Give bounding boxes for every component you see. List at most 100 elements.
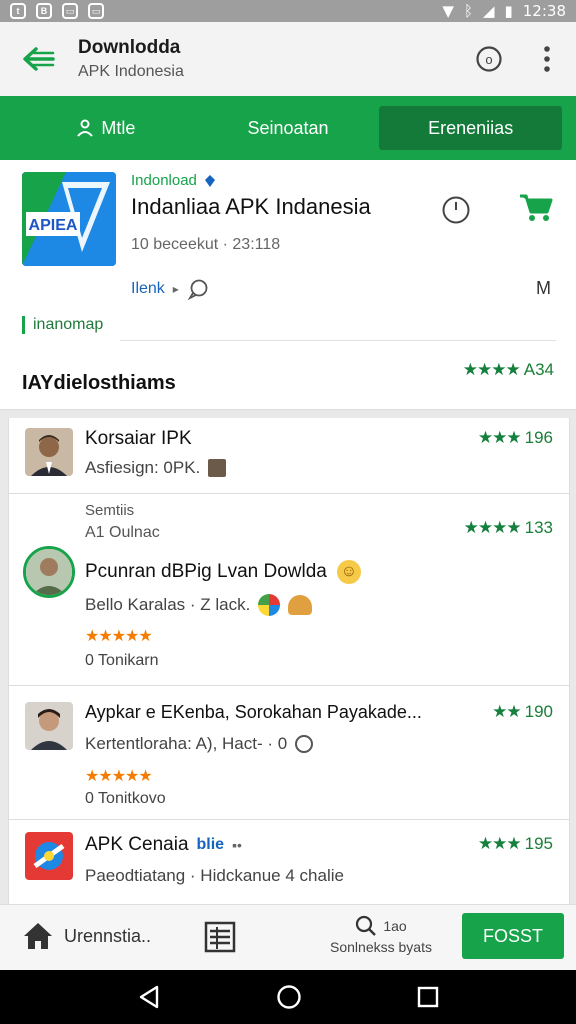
review-rating: ★★★ 196 [477, 428, 553, 447]
star-rating-icon: ★★★ [477, 834, 522, 853]
tab-ereneniias[interactable]: Ereneniias [379, 106, 563, 150]
tab-mtle[interactable]: Mtle [14, 106, 197, 150]
reviewer-name: APK Cenaia blie ▪• [85, 834, 242, 855]
back-button[interactable] [0, 46, 78, 72]
status-bar: t B ▭ ▭ ▼ ᛒ ◢ ▮ 12:38 [0, 0, 576, 22]
notification-icon: t [10, 3, 26, 19]
info-circle-icon [295, 735, 314, 753]
home-label: Urennstia.. [64, 925, 152, 946]
review-footer: 0 Tonitkovo [85, 790, 166, 807]
info-circle-icon: o [476, 46, 502, 72]
page-title: Downlodda [78, 37, 181, 58]
home-nav-icon[interactable] [276, 984, 302, 1010]
star-rating-icon: ★★★★★ [85, 768, 153, 785]
avatar [23, 546, 75, 598]
review-list: Korsaiar IPK Asfiesign: 0PK. ★★★ 196 Sem… [8, 418, 570, 904]
emoji-icon: ☺ [336, 560, 361, 584]
home-button[interactable]: Urennstia.. [22, 921, 151, 951]
person-icon [77, 119, 94, 137]
notification-icon: ▭ [88, 3, 104, 19]
svg-text:APIEA: APIEA [29, 217, 78, 234]
overflow-menu-button[interactable] [518, 45, 576, 73]
tab-label: Seinoatan [247, 117, 329, 138]
star-rating-icon: ★★ [492, 702, 522, 721]
section-rating: ★★★★ A34 [462, 360, 554, 379]
app-icon [25, 832, 73, 880]
reviewer-sub: Bello Karalas · Z lack. [85, 594, 313, 616]
battery-icon: ▮ [504, 2, 513, 20]
app-logo: APIEA [22, 172, 116, 266]
review-label: Semtiis [85, 502, 135, 519]
app-meta: 10 beceekut · 23:118 [131, 236, 281, 253]
recents-nav-icon[interactable] [417, 986, 439, 1008]
review-rating: ★★ 190 [492, 702, 553, 721]
list-item[interactable]: Aypkar e EKenba, Sorokahan Payakade... ★… [9, 686, 569, 820]
reviewer-name: Aypkar e EKenba, Sorokahan Payakade... [85, 702, 422, 722]
signal-icon: ◢ [482, 2, 495, 20]
review-rating: ★★★★ 133 [463, 518, 553, 537]
page-subtitle: APK Indonesia [78, 63, 184, 80]
chat-icon [187, 279, 208, 300]
helmet-icon [288, 595, 313, 615]
star-rating-icon: ★★★★ [463, 518, 522, 537]
clock-icon [442, 196, 470, 224]
history-button[interactable] [441, 195, 471, 230]
reviewer-name: Pcunran dBPig Lvan Dowlda ☺ [85, 560, 361, 584]
bluetooth-icon: ᛒ [463, 2, 473, 20]
ball-icon [258, 594, 281, 616]
app-link[interactable]: Ilenk ▸ [131, 278, 209, 300]
list-item[interactable]: Korsaiar IPK Asfiesign: 0PK. ★★★ 196 [9, 418, 569, 494]
tab-seinoatan[interactable]: Seinoatan [197, 106, 380, 150]
info-button[interactable]: o [460, 45, 518, 73]
avatar [25, 428, 73, 476]
system-nav-bar [0, 970, 576, 1024]
home-icon [24, 923, 52, 949]
search-icon [356, 915, 377, 936]
more-vertical-icon [544, 46, 550, 72]
cart-icon [520, 194, 553, 221]
reviewer-sub: Kertentloraha: A), Hact- · 0 [85, 734, 314, 754]
avatar [25, 702, 73, 750]
user-icon [208, 459, 227, 477]
m-icon[interactable]: M [536, 278, 551, 299]
name-tag: blie [196, 836, 225, 853]
app-bar: Downlodda APK Indonesia o [0, 22, 576, 96]
list-button[interactable] [204, 921, 236, 958]
tab-label: Ereneniias [428, 117, 514, 138]
reviewer-sub: Asfiesign: 0PK. [85, 458, 227, 478]
tab-bar: Mtle Seinoatan Ereneniias [0, 96, 576, 160]
section-title: IAYdielosthiams [22, 372, 176, 394]
tab-label: Mtle [101, 117, 136, 138]
svg-text:o: o [485, 52, 492, 67]
search-button[interactable]: 1ao Sonlnekss byats [322, 915, 440, 955]
verified-icon [204, 174, 215, 187]
developer-name[interactable]: Indonload [131, 172, 217, 189]
list-item[interactable]: APK Cenaia blie ▪• ★★★ 195 Paeodtiatang … [9, 820, 569, 904]
clock-text: 12:38 [522, 2, 566, 20]
star-rating-icon: ★★★★ [462, 360, 521, 379]
review-footer: 0 Tonikarn [85, 652, 159, 669]
review-rating: ★★★ 195 [477, 834, 553, 853]
featured-app-card[interactable]: APIEA Indonload Indanliaa APK Indanesia … [0, 160, 576, 410]
notification-icon: ▭ [62, 3, 78, 19]
list-icon [204, 921, 236, 953]
cart-button[interactable] [518, 192, 554, 229]
primary-action-button[interactable]: FOSST [462, 913, 564, 959]
star-rating-icon: ★★★★★ [85, 628, 153, 645]
wifi-icon: ▼ [442, 2, 454, 20]
list-item[interactable]: Semtiis A1 Oulnac ★★★★ 133 Pcunran dBPig… [9, 494, 569, 686]
review-label: A1 Oulnac [85, 524, 160, 541]
back-arrow-icon [23, 47, 55, 71]
bottom-bar: Urennstia.. 1ao Sonlnekss byats FOSST [0, 904, 576, 970]
divider [120, 340, 556, 341]
search-label: Sonlnekss byats [330, 939, 432, 955]
back-nav-icon[interactable] [137, 985, 161, 1009]
app-name: Indanliaa APK Indanesia [131, 194, 371, 219]
category-tag[interactable]: inanomap [22, 316, 103, 334]
lock-icon: ▪• [232, 837, 242, 853]
notification-icon: B [36, 3, 52, 19]
reviewer-name: Korsaiar IPK [85, 428, 192, 449]
star-rating-icon: ★★★ [477, 428, 522, 447]
arrow-icon: ▸ [172, 282, 179, 296]
reviewer-sub: Paeodtiatang · Hidckanue 4 chalie [85, 866, 344, 885]
